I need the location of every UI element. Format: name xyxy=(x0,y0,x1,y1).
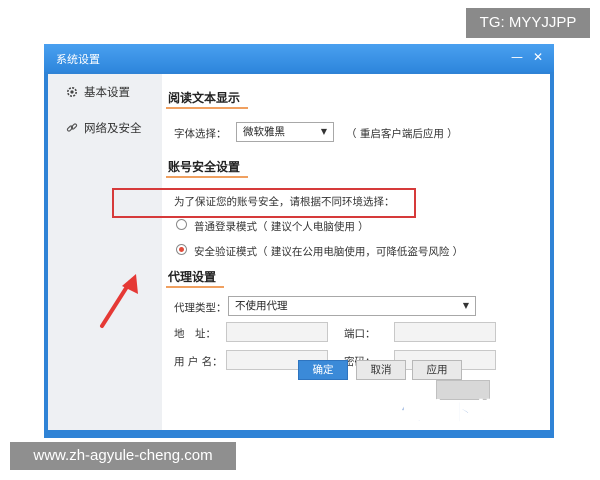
close-button[interactable]: ✕ xyxy=(530,49,546,65)
sidebar: 基本设置 网络及安全 xyxy=(48,74,162,430)
ok-button[interactable]: 确定 xyxy=(298,360,348,380)
screenshot-stage: TG: MYYJJPP 系统设置 — ✕ 基本设置 网络及安全 阅读文本显示 字… xyxy=(0,0,600,480)
proxy-type-value: 不使用代理 xyxy=(235,300,288,312)
cancel-button[interactable]: 取消 xyxy=(356,360,406,380)
section-divider xyxy=(166,286,224,288)
minimize-button[interactable]: — xyxy=(509,49,525,65)
font-label: 字体选择： xyxy=(174,128,227,140)
url-badge: www.zh-agyule-cheng.com xyxy=(10,442,236,470)
address-label: 地 址： xyxy=(174,328,216,340)
port-input[interactable] xyxy=(394,322,496,342)
apply-button[interactable]: 应用 xyxy=(412,360,462,380)
proxy-type-select[interactable]: 不使用代理 ▼ xyxy=(228,296,476,316)
title-bar[interactable]: 系统设置 — ✕ xyxy=(44,44,554,72)
gear-icon xyxy=(67,87,77,97)
annotation-arrow-icon xyxy=(100,274,138,328)
font-select[interactable]: 微软雅黑 ▼ xyxy=(236,122,334,142)
chevron-down-icon: ▼ xyxy=(320,127,327,136)
sidebar-item-basic[interactable]: 基本设置 xyxy=(66,82,130,102)
username-label: 用 户 名： xyxy=(174,356,223,368)
font-note: （ 重启客户端后应用 ） xyxy=(346,128,458,140)
section-title-proxy: 代理设置 xyxy=(168,270,217,284)
address-input[interactable] xyxy=(226,322,328,342)
section-divider xyxy=(166,107,248,109)
proxy-type-label: 代理类型： xyxy=(174,302,227,314)
section-title-reading: 阅读文本显示 xyxy=(168,91,241,105)
sidebar-item-network[interactable]: 网络及安全 xyxy=(66,118,142,138)
section-title-account: 账号安全设置 xyxy=(168,160,241,174)
secure-mode-highlight xyxy=(112,188,416,218)
radio-secure-mode[interactable] xyxy=(176,244,187,255)
font-select-value: 微软雅黑 xyxy=(243,126,285,138)
option-normal-label: 普通登录模式（ 建议个人电脑使用 ） xyxy=(194,221,369,233)
port-label: 端口： xyxy=(344,328,376,340)
option-secure-label: 安全验证模式（ 建议在公用电脑使用，可降低盗号风险 ） xyxy=(194,246,464,258)
site-watermark: 极速下载站 xyxy=(398,398,523,427)
sidebar-item-label: 基本设置 xyxy=(84,85,130,99)
window-title: 系统设置 xyxy=(56,53,100,66)
chevron-down-icon: ▼ xyxy=(462,301,469,310)
link-icon xyxy=(66,123,78,132)
section-divider xyxy=(166,176,248,178)
sidebar-item-label: 网络及安全 xyxy=(84,121,142,135)
radio-normal-mode[interactable] xyxy=(176,219,187,230)
tg-badge: TG: MYYJJPP xyxy=(466,8,590,38)
